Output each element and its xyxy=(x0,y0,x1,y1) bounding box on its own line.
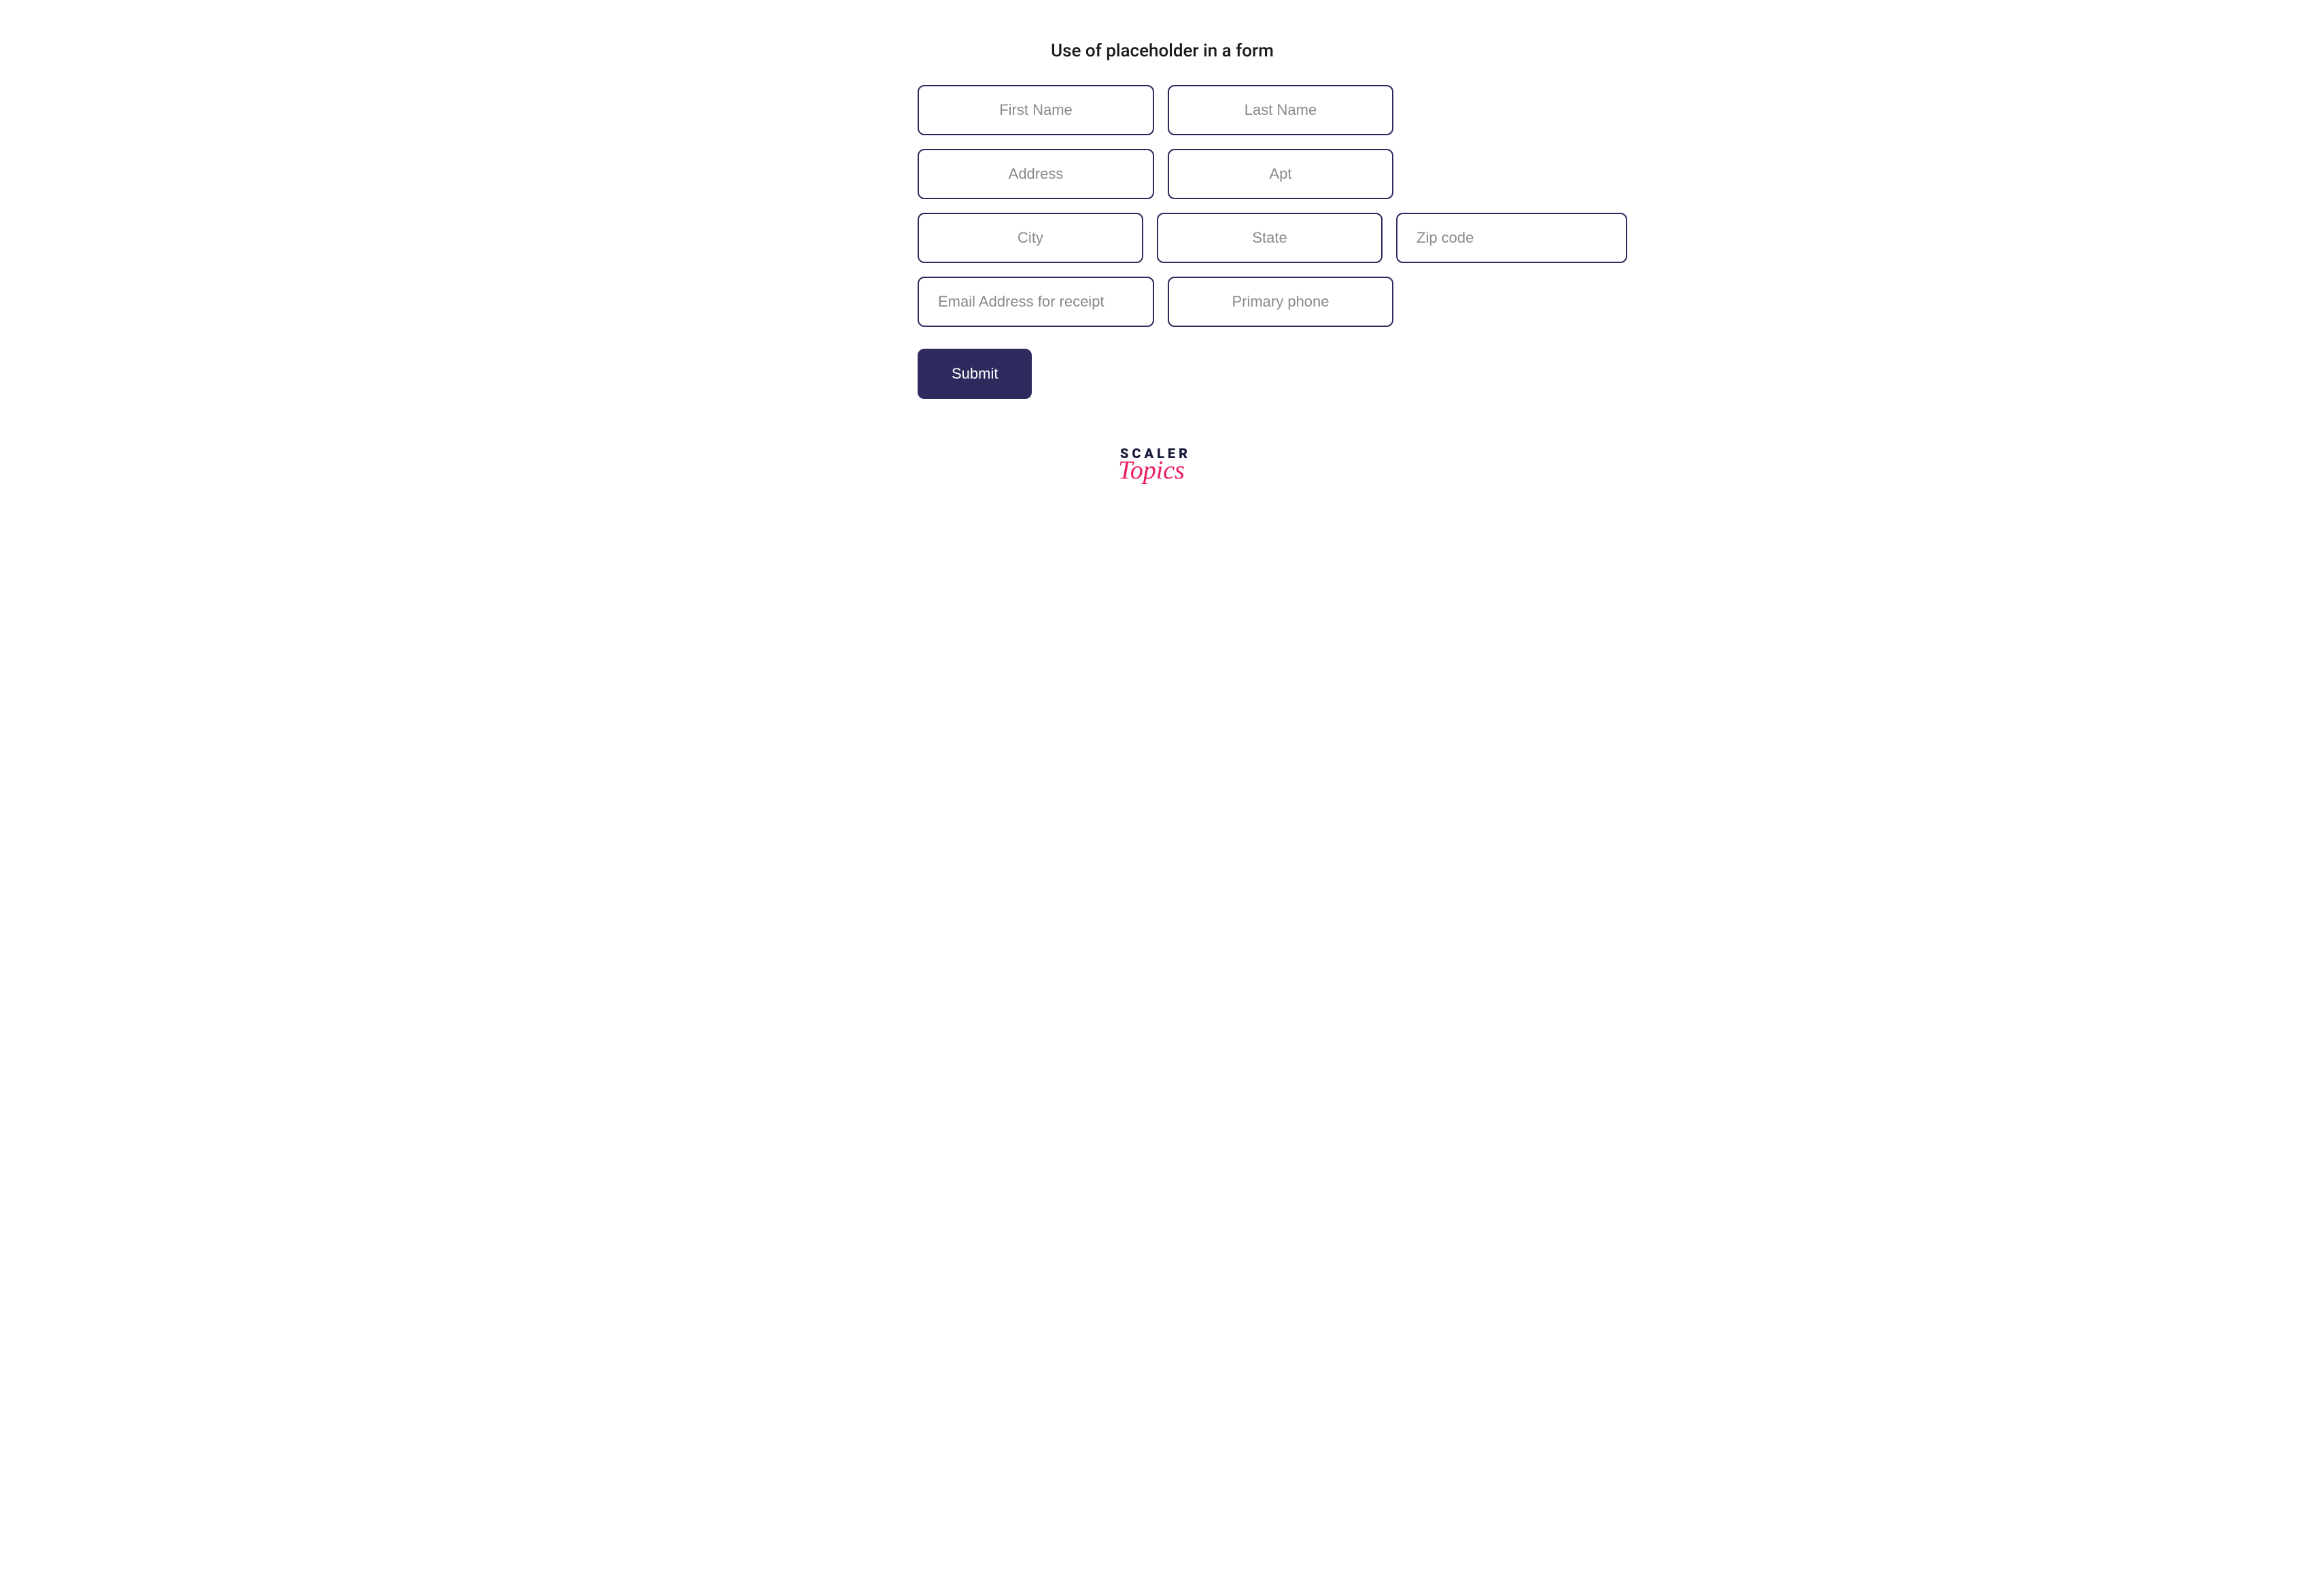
last-name-input[interactable] xyxy=(1168,85,1393,135)
scaler-topics-logo: SCALER Topics xyxy=(918,447,1393,482)
address-input[interactable] xyxy=(918,149,1154,199)
logo-text-topics: Topics xyxy=(1118,459,1185,482)
state-input[interactable] xyxy=(1157,213,1383,263)
zip-input[interactable] xyxy=(1396,213,1627,263)
placeholder-form: Submit xyxy=(918,85,1393,399)
form-row-address xyxy=(918,149,1393,199)
first-name-input[interactable] xyxy=(918,85,1154,135)
email-input[interactable] xyxy=(918,277,1154,327)
form-row-name xyxy=(918,85,1393,135)
submit-button[interactable]: Submit xyxy=(918,349,1032,399)
form-row-contact xyxy=(918,277,1393,327)
phone-input[interactable] xyxy=(1168,277,1393,327)
form-row-location xyxy=(918,213,1393,263)
apt-input[interactable] xyxy=(1168,149,1393,199)
form-heading: Use of placeholder in a form xyxy=(931,41,1393,61)
city-input[interactable] xyxy=(918,213,1143,263)
